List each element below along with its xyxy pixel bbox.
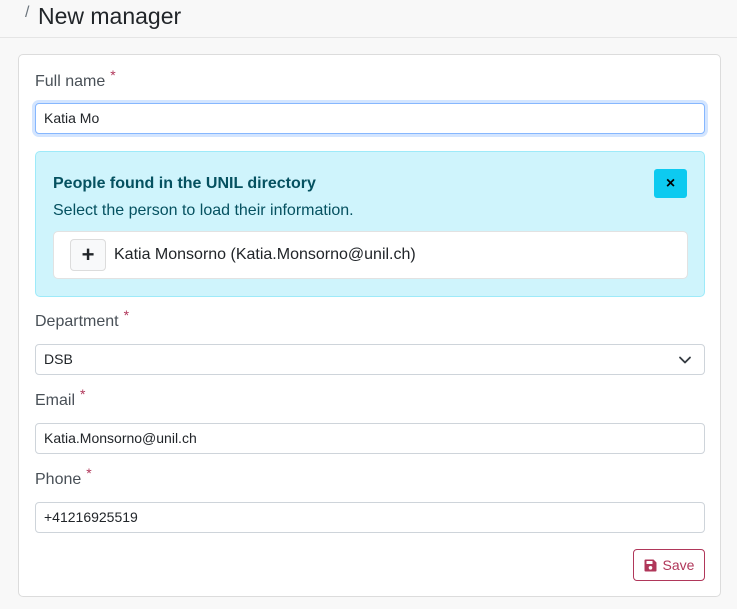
department-select[interactable]: DSB [35,344,705,375]
manager-form-card: Full name * Katia Mo People found in the … [18,54,721,597]
required-mark: * [123,307,130,323]
close-icon: × [665,174,676,192]
phone-value: +41216925519 [44,509,138,525]
email-label-text: Email [35,392,76,409]
phone-field[interactable]: +41216925519 [35,502,705,533]
add-person-button[interactable]: + [70,239,106,271]
save-button[interactable]: Save [633,549,705,581]
full-name-label: Full name * [35,67,116,91]
directory-result-item: + Katia Monsorno (Katia.Monsorno@unil.ch… [53,231,688,279]
directory-results-alert: People found in the UNIL directory Selec… [35,151,705,297]
alert-title: People found in the UNIL directory [53,175,316,192]
required-mark: * [86,465,92,481]
department-label: Department * [35,307,129,331]
department-label-text: Department [35,313,119,330]
phone-label: Phone * [35,465,92,489]
required-mark: * [80,386,86,402]
department-value: DSB [44,351,73,367]
floppy-disk-icon [644,559,657,571]
save-button-label: Save [662,557,695,573]
full-name-label-text: Full name [35,73,106,90]
page-header: / New manager [0,0,737,38]
full-name-value: Katia Mo [44,110,100,126]
email-value: Katia.Monsorno@unil.ch [44,430,197,446]
result-person-text: Katia Monsorno (Katia.Monsorno@unil.ch) [114,246,416,263]
phone-label-text: Phone [35,471,82,488]
page-title: New manager [38,3,182,29]
email-label: Email * [35,386,85,410]
plus-icon: + [81,242,95,267]
breadcrumb-separator: / [25,4,30,21]
email-field[interactable]: Katia.Monsorno@unil.ch [35,423,705,454]
full-name-input[interactable]: Katia Mo [35,103,705,134]
chevron-down-icon [679,356,691,364]
close-alert-button[interactable]: × [654,169,687,198]
required-mark: * [110,67,116,83]
alert-subtitle: Select the person to load their informat… [53,202,354,219]
